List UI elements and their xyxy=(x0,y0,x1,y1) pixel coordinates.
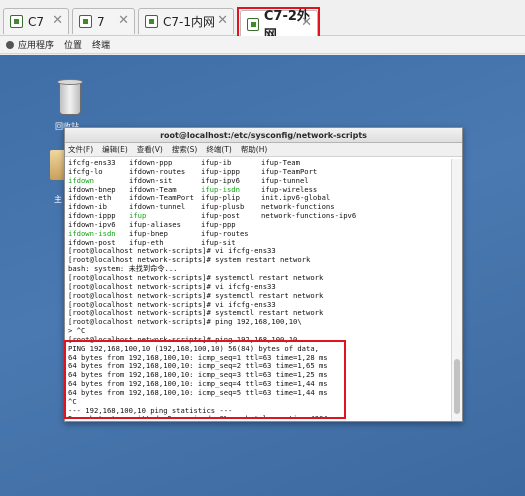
terminal-line-text: [root@localhost network-scripts]# vi ifc… xyxy=(68,281,276,291)
menu-applications[interactable]: 应用程序 xyxy=(18,38,54,51)
listing-entry: network-functions-ipv6 xyxy=(261,211,357,221)
terminal-line-text: [root@localhost network-scripts]# system… xyxy=(68,272,324,282)
terminal-line-text: 64 bytes from 192,168,100,10: icmp_seq=4… xyxy=(68,379,328,389)
vm-tab-bar: C7 ✕ 7 ✕ C7-1内网 ✕ C7-2外网 ✕ xyxy=(0,0,525,43)
listing-row: ifdown-ib ifdown-tunnel ifup-plusb network-… xyxy=(68,202,451,212)
terminal-line: 5 packets transmitted, 5 received, 0% pa… xyxy=(68,415,451,419)
terminal-menu-item[interactable]: 文件(F) xyxy=(68,143,93,156)
listing-entry xyxy=(261,221,371,230)
listing-row: ifdown-ipv6 ifup-aliases ifup-ppp xyxy=(68,220,451,230)
terminal-line-text: 5 packets transmitted, 5 received, 0% pa… xyxy=(68,414,337,419)
close-icon[interactable]: ✕ xyxy=(301,16,312,30)
listing-entry xyxy=(261,230,371,239)
gnome-menu-bar: 应用程序 位置 终端 xyxy=(0,36,525,54)
terminal-line-text: 64 bytes from 192,168,100,10: icmp_seq=2… xyxy=(68,361,328,371)
tab-label: 7 xyxy=(97,14,105,29)
terminal-line-text: [root@localhost network-scripts]# ping 1… xyxy=(68,317,302,327)
vm-icon xyxy=(79,15,92,28)
close-icon[interactable]: ✕ xyxy=(52,14,63,28)
terminal-menu-item[interactable]: 编辑(E) xyxy=(102,143,128,156)
terminal-line-text: [root@localhost network-scripts]# system… xyxy=(68,290,324,300)
terminal-output[interactable]: ifcfg-ens33 ifdown-ppp ifup-ib ifup-Team ifc… xyxy=(68,159,451,419)
tab-label: C7-1内网 xyxy=(163,15,215,29)
terminal-line-text: [root@localhost network-scripts]# ping 1… xyxy=(68,334,298,344)
terminal-line-text: --- 192,168,100,10 ping statistics --- xyxy=(68,405,233,415)
tab-c7-1[interactable]: C7-1内网 ✕ xyxy=(138,8,234,34)
scrollbar-thumb[interactable] xyxy=(454,359,460,414)
listing-row: ifdown-eth ifdown-TeamPort ifup-plip init.i… xyxy=(68,194,451,203)
terminal-line-text: [root@localhost network-scripts]# system… xyxy=(68,308,324,318)
listing-row: ifdown-bnep ifdown-Team ifup-isdn ifup-wire… xyxy=(68,185,451,195)
listing-row: ifdown-isdn ifup-bnep ifup-routes xyxy=(68,229,451,239)
terminal-line-text: 64 bytes from 192,168,100,10: icmp_seq=3… xyxy=(68,370,328,380)
menu-places[interactable]: 位置 xyxy=(64,38,82,51)
terminal-line-text: 64 bytes from 192,168,100,10: icmp_seq=1… xyxy=(68,352,328,362)
tab-label: C7 xyxy=(28,14,45,29)
terminal-menu-item[interactable]: 终端(T) xyxy=(206,143,231,156)
menu-terminal[interactable]: 终端 xyxy=(92,38,110,51)
terminal-line-text: > ^C xyxy=(68,326,86,336)
terminal-title: root@localhost:/etc/sysconfig/network-sc… xyxy=(65,128,462,143)
close-icon[interactable]: ✕ xyxy=(118,14,129,28)
terminal-scrollbar[interactable] xyxy=(451,159,462,421)
vm-icon xyxy=(247,17,259,31)
terminal-menu-item[interactable]: 帮助(H) xyxy=(241,143,268,156)
tab-c7-2[interactable]: C7-2外网 ✕ xyxy=(240,9,318,43)
terminal-menu-bar: 文件(F) 编辑(E) 查看(V) 搜索(S) 终端(T) 帮助(H) xyxy=(65,143,462,157)
terminal-menu-item[interactable]: 搜索(S) xyxy=(172,143,198,156)
tab-c7[interactable]: C7 ✕ xyxy=(3,8,69,34)
vm-icon xyxy=(10,15,23,28)
listing-row: ifcfg-lo ifdown-routes ifup-ippp ifup-TeamP… xyxy=(68,167,451,177)
terminal-line-text: ^C xyxy=(68,396,77,406)
terminal-line: 64 bytes from 192,168,100,10: icmp_seq=5… xyxy=(68,387,451,398)
trash-icon[interactable] xyxy=(53,77,87,121)
terminal-line-text: 64 bytes from 192,168,100,10: icmp_seq=5… xyxy=(68,387,328,397)
tab-7[interactable]: 7 ✕ xyxy=(72,8,135,34)
terminal-line-text: [root@localhost network-scripts]# vi ifc… xyxy=(68,246,276,256)
close-icon[interactable]: ✕ xyxy=(217,14,228,28)
terminal-line: [root@localhost network-scripts]# ping 1… xyxy=(68,317,451,327)
terminal-line-text: [root@localhost network-scripts]# vi ifc… xyxy=(68,299,276,309)
terminal-menu-item[interactable]: 查看(V) xyxy=(137,143,163,156)
terminal-line-text: [root@localhost network-scripts]# system… xyxy=(68,255,311,265)
listing-row: ifdown-ippp ifup ifup-post network-function… xyxy=(68,211,451,221)
apps-icon xyxy=(6,40,14,49)
listing-row: ifdown ifdown-sit ifup-ipv6 ifup-tunnel xyxy=(68,176,451,186)
listing-row: ifcfg-ens33 ifdown-ppp ifup-ib ifup-Team xyxy=(68,159,451,168)
terminal-line-text: bash: system: 未找到命令... xyxy=(68,264,178,274)
listing-entry xyxy=(261,239,371,248)
terminal-window[interactable]: root@localhost:/etc/sysconfig/network-sc… xyxy=(64,127,463,422)
terminal-line-text: PING 192,168,100,10 (192,168,100,10) 56(… xyxy=(68,343,319,353)
vm-icon xyxy=(145,15,158,28)
home-folder-label: 主 xyxy=(54,195,62,204)
